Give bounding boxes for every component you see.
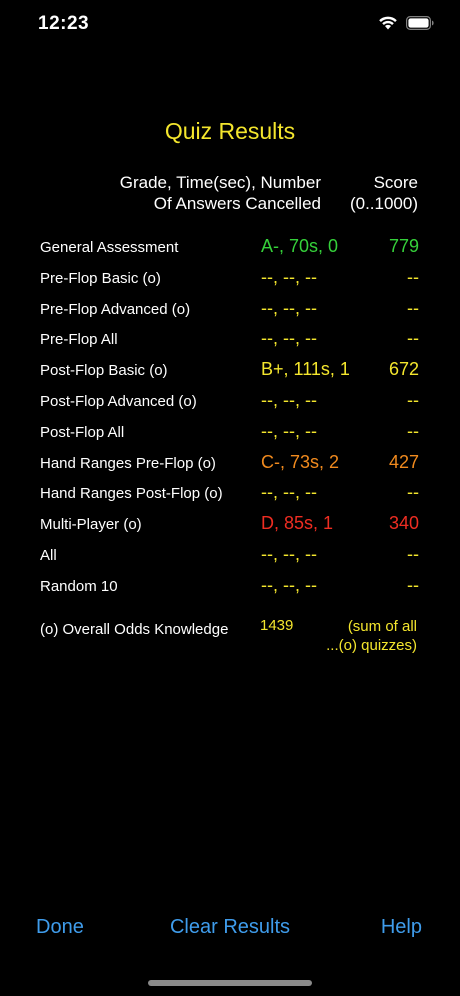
score-value: 779	[388, 236, 419, 256]
home-indicator	[148, 980, 312, 986]
help-button[interactable]: Help	[381, 916, 422, 939]
result-row: General Assessment A-, 70s, 0 779	[0, 233, 460, 264]
quiz-name: Hand Ranges Post-Flop (o)	[40, 485, 223, 503]
overall-note: (sum of all ...(o) quizzes)	[326, 617, 417, 655]
result-row: Post-Flop All --, --, -- --	[0, 418, 460, 449]
quiz-name: Post-Flop All	[40, 423, 125, 441]
result-row: Post-Flop Basic (o) B+, 111s, 1 672	[0, 356, 460, 387]
score-value: 672	[388, 359, 419, 380]
quiz-name: General Assessment	[40, 239, 179, 256]
result-row: All --, --, -- --	[0, 541, 460, 572]
score-header-line2: (0..1000)	[349, 194, 418, 213]
grade-column-header: Grade, Time(sec), Number Of Answers Canc…	[120, 172, 321, 214]
grade-header-line2: Of Answers Cancelled	[153, 194, 321, 213]
quiz-name: Hand Ranges Pre-Flop (o)	[40, 454, 216, 472]
overall-value: 1439	[260, 617, 294, 634]
battery-icon	[406, 15, 434, 30]
score-value: --	[407, 574, 419, 595]
quiz-name: Post-Flop Basic (o)	[40, 362, 168, 380]
quiz-name: Pre-Flop Basic (o)	[40, 269, 161, 287]
grade-time-cancelled: C-, 73s, 2	[261, 451, 340, 472]
score-value: --	[407, 543, 419, 564]
result-row: Pre-Flop Advanced (o) --, --, -- --	[0, 295, 460, 326]
result-row: Pre-Flop Basic (o) --, --, -- --	[0, 264, 460, 295]
score-value: 340	[388, 513, 419, 534]
overall-odds-row: (o) Overall Odds Knowledge 1439 (sum of …	[0, 614, 460, 662]
result-row: Hand Ranges Post-Flop (o) --, --, -- --	[0, 479, 460, 510]
score-column-header: Score (0..1000)	[350, 172, 418, 214]
score-value: --	[407, 420, 419, 441]
quiz-name: Random 10	[40, 577, 118, 595]
results-list: General Assessment A-, 70s, 0 779 Pre-Fl…	[0, 233, 460, 603]
grade-time-cancelled: --, --, --	[261, 389, 317, 410]
status-time: 12:23	[38, 13, 90, 34]
grade-time-cancelled: D, 85s, 1	[261, 513, 334, 534]
score-value: --	[407, 482, 419, 503]
quiz-name: Pre-Flop All	[40, 331, 118, 349]
overall-label: (o) Overall Odds Knowledge	[40, 621, 229, 638]
grade-time-cancelled: --, --, --	[261, 297, 317, 318]
grade-time-cancelled: --, --, --	[261, 420, 317, 441]
grade-time-cancelled: B+, 111s, 1	[261, 359, 350, 380]
result-row: Post-Flop Advanced (o) --, --, -- --	[0, 387, 460, 418]
quiz-name: All	[40, 546, 57, 564]
result-row: Multi-Player (o) D, 85s, 1 340	[0, 510, 460, 541]
done-button[interactable]: Done	[36, 916, 84, 939]
grade-header-line1: Grade, Time(sec), Number	[119, 173, 321, 192]
score-value: --	[407, 297, 419, 318]
grade-time-cancelled: --, --, --	[261, 543, 317, 564]
quiz-name: Multi-Player (o)	[40, 516, 142, 534]
overall-note-line1: (sum of all	[347, 618, 417, 635]
status-bar: 12:23	[0, 0, 460, 50]
result-row: Hand Ranges Pre-Flop (o) C-, 73s, 2 427	[0, 449, 460, 480]
score-header-line1: Score	[373, 173, 418, 192]
wifi-icon	[378, 15, 398, 30]
score-value: --	[407, 328, 419, 349]
grade-time-cancelled: A-, 70s, 0	[261, 236, 339, 256]
page-title: Quiz Results	[164, 118, 296, 144]
grade-time-cancelled: --, --, --	[261, 328, 317, 349]
quiz-name: Post-Flop Advanced (o)	[40, 392, 197, 410]
quiz-name: Pre-Flop Advanced (o)	[40, 300, 191, 318]
grade-time-cancelled: --, --, --	[261, 574, 317, 595]
result-row: Pre-Flop All --, --, -- --	[0, 325, 460, 356]
score-value: 427	[388, 451, 419, 472]
score-value: --	[407, 266, 419, 287]
bottom-toolbar: Clear Results Done Help	[0, 908, 460, 948]
status-icons	[378, 15, 434, 30]
result-row: Random 10 --, --, -- --	[0, 572, 460, 603]
overall-note-line2: ...(o) quizzes)	[326, 637, 417, 654]
score-value: --	[407, 389, 419, 410]
grade-time-cancelled: --, --, --	[261, 266, 317, 287]
grade-time-cancelled: --, --, --	[261, 482, 317, 503]
